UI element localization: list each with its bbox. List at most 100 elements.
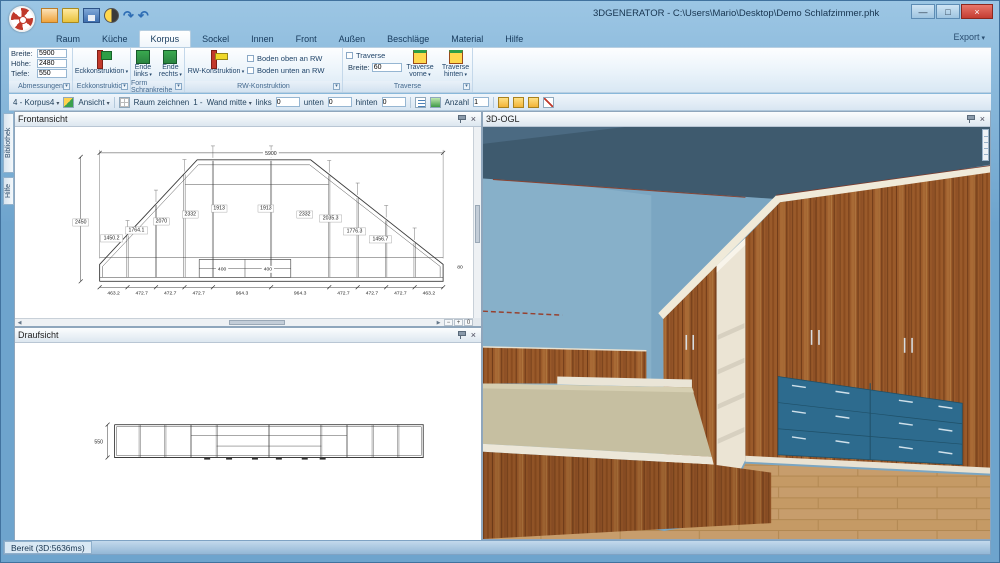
dialog-launcher-icon[interactable]: ▾ <box>333 83 340 90</box>
tab-hilfe[interactable]: Hilfe <box>494 31 534 47</box>
boden-unten-checkbox-row[interactable]: Boden unten an RW <box>247 66 324 75</box>
ende-rechts-button[interactable]: Ende rechts <box>157 48 184 79</box>
tab-kueche[interactable]: Küche <box>91 31 139 47</box>
close-panel-icon[interactable]: × <box>469 331 478 340</box>
dim-label: 1764.1 <box>129 228 145 234</box>
close-panel-icon[interactable]: × <box>469 115 478 124</box>
unten-label: unten <box>304 98 324 107</box>
tiefe-label: Tiefe: <box>11 69 35 78</box>
maximize-button[interactable]: □ <box>936 4 960 19</box>
traverse-checkbox[interactable] <box>346 52 353 59</box>
anzahl-input[interactable] <box>473 97 489 107</box>
draufsicht-header[interactable]: Draufsicht × <box>15 328 481 343</box>
dialog-launcher-icon[interactable]: ▾ <box>175 83 182 90</box>
pin-icon[interactable] <box>966 115 974 124</box>
tab-raum[interactable]: Raum <box>45 31 91 47</box>
group-label-rw: RW-Konstruktion▾ <box>185 81 342 92</box>
apply-icon[interactable] <box>430 97 441 108</box>
hoehe-input[interactable] <box>37 59 67 68</box>
app-logo-button[interactable] <box>9 6 35 32</box>
breite-input[interactable] <box>37 49 67 58</box>
traverse-vorne-button[interactable]: Traverse vorne <box>404 48 436 79</box>
eckkonstruktion-button[interactable]: Eckkonstruktion <box>73 48 130 76</box>
korpus-select[interactable]: 4 - Korpus4 <box>13 98 59 107</box>
boden-unten-checkbox[interactable] <box>247 67 254 74</box>
zoom-in-button[interactable]: + <box>454 319 463 326</box>
list-icon[interactable] <box>415 97 426 108</box>
ansicht-dropdown[interactable]: Ansicht <box>78 98 109 107</box>
front-vertical-scrollbar[interactable] <box>473 127 481 318</box>
theme-icon[interactable] <box>104 8 119 23</box>
save-icon[interactable] <box>83 8 100 23</box>
close-panel-icon[interactable]: × <box>978 115 987 124</box>
open-folder-icon[interactable] <box>62 8 79 23</box>
tab-korpus[interactable]: Korpus <box>139 30 192 47</box>
boden-oben-checkbox[interactable] <box>247 55 254 62</box>
tab-front[interactable]: Front <box>285 31 328 47</box>
wand-select[interactable]: Wand mitte <box>207 98 252 107</box>
scrollbar-thumb[interactable] <box>475 205 480 243</box>
links-input[interactable] <box>276 97 300 107</box>
dim-label: 964.3 <box>236 290 249 296</box>
three-d-header[interactable]: 3D-OGL × <box>483 112 990 127</box>
group-eckkonstruktion: Eckkonstruktion Eckkonstruktion▾ <box>73 48 131 92</box>
dim-label: 1776.3 <box>347 229 363 235</box>
pin-icon[interactable] <box>457 115 465 124</box>
collapsed-panel-grip[interactable] <box>982 129 989 161</box>
tab-beschlaege[interactable]: Beschläge <box>376 31 440 47</box>
boden-oben-checkbox-row[interactable]: Boden oben an RW <box>247 54 324 63</box>
scroll-left-icon[interactable]: ◀ <box>15 320 24 326</box>
door-handle <box>811 330 813 345</box>
export-button[interactable]: Export <box>953 32 985 42</box>
draufsicht-canvas[interactable]: 550 <box>15 343 481 542</box>
rw-konstruktion-button[interactable]: RW-Konstruktion <box>185 48 247 78</box>
undo-icon[interactable]: ↶ <box>138 9 149 22</box>
tab-material[interactable]: Material <box>440 31 494 47</box>
tab-aussen[interactable]: Außen <box>328 31 377 47</box>
tab-sockel[interactable]: Sockel <box>191 31 240 47</box>
sidebar-tab-hilfe[interactable]: Hilfe <box>3 177 14 205</box>
scroll-right-icon[interactable]: ▶ <box>434 320 443 326</box>
dim-label: 472.7 <box>394 290 407 296</box>
titlebar: ↷ ↶ 3DGENERATOR - C:\Users\Mario\Desktop… <box>1 1 999 29</box>
dialog-launcher-icon[interactable]: ▾ <box>121 83 128 90</box>
group-label-abmessungen: Abmessungen▾ <box>9 81 72 92</box>
dialog-launcher-icon[interactable]: ▾ <box>63 83 70 90</box>
unten-input[interactable] <box>328 97 352 107</box>
frontansicht-header[interactable]: Frontansicht × <box>15 112 481 127</box>
tab-innen[interactable]: Innen <box>240 31 285 47</box>
hinten-input[interactable] <box>382 97 406 107</box>
edit-pencil-icon[interactable] <box>543 97 554 108</box>
cabinet-foot <box>204 458 210 460</box>
ende-links-button[interactable]: Ende links <box>131 48 155 79</box>
zoom-out-button[interactable]: − <box>444 319 453 326</box>
rw-konstruktion-icon <box>208 50 224 68</box>
scrollbar-thumb[interactable] <box>229 320 285 325</box>
redo-icon[interactable]: ↷ <box>123 9 134 22</box>
copy-icon[interactable] <box>513 97 524 108</box>
draufsicht-title: Draufsicht <box>18 330 59 340</box>
front-horizontal-scrollbar[interactable]: ◀ ▶ − + 0 <box>15 318 473 326</box>
zoom-reset-button[interactable]: 0 <box>464 319 473 326</box>
pin-icon[interactable] <box>457 331 465 340</box>
sidebar-tab-bibliothek[interactable]: Bibliothek <box>3 113 14 173</box>
copy-right-icon[interactable] <box>528 97 539 108</box>
group-label-eckkonstruktion: Eckkonstruktion▾ <box>73 81 130 92</box>
raum-zeichnen-button[interactable]: Raum zeichnen <box>134 98 190 107</box>
close-button[interactable]: × <box>961 4 993 19</box>
new-window-icon[interactable] <box>41 8 58 23</box>
hinten-label: hinten <box>356 98 378 107</box>
traverse-hinten-button[interactable]: Traverse hinten <box>439 48 472 79</box>
copy-left-icon[interactable] <box>498 97 509 108</box>
eckkonstruktion-icon <box>94 50 110 68</box>
three-d-canvas[interactable] <box>483 127 990 539</box>
dim-label: 463.2 <box>423 290 436 296</box>
dim-label: 1456.7 <box>373 237 389 243</box>
traverse-breite-input[interactable] <box>372 63 402 72</box>
three-d-panel: 3D-OGL × <box>482 111 991 540</box>
traverse-checkbox-row[interactable]: Traverse <box>346 51 401 60</box>
frontansicht-canvas[interactable]: 59002450400400463.2472.7472.7472.7964.39… <box>15 127 473 319</box>
dim-label: 550 <box>94 440 103 446</box>
minimize-button[interactable]: — <box>911 4 935 19</box>
tiefe-input[interactable] <box>37 69 67 78</box>
